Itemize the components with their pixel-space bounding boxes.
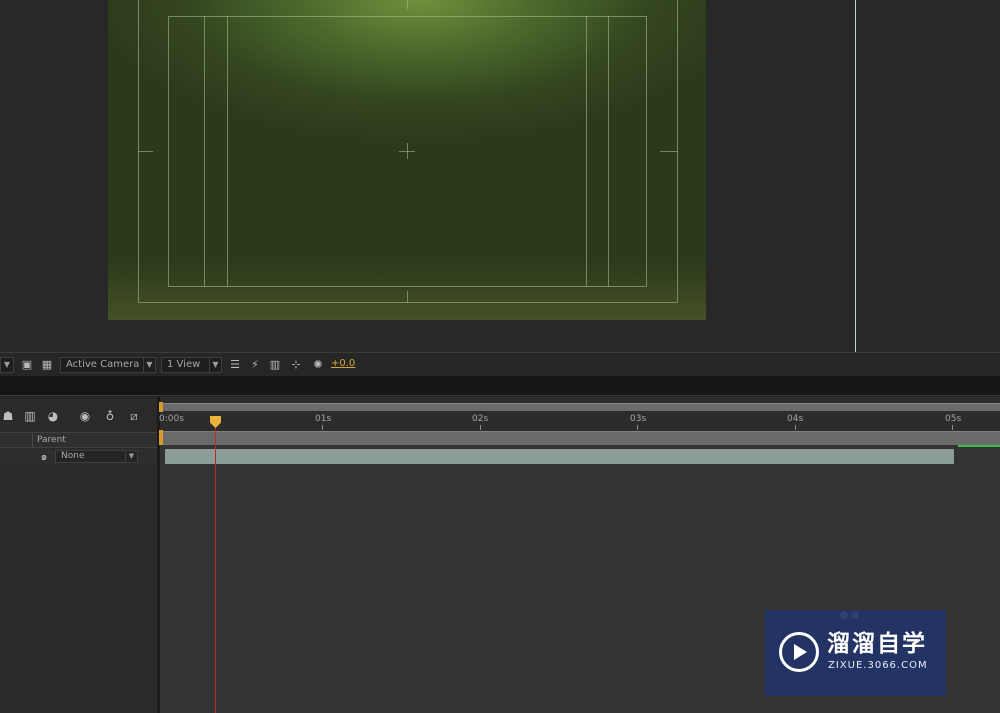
layer-row[interactable]: ๑ None ▼ [0,449,158,465]
chevron-down-icon: ▼ [143,358,155,372]
ruler-tick-label: 02s [472,414,489,424]
parent-column-label: Parent [37,435,66,445]
column-header: Parent [0,432,158,448]
fast-preview-icon[interactable]: ⚡ [248,358,262,372]
work-area-start-handle[interactable] [159,402,163,412]
bottom-center-tick [407,291,408,303]
parent-value: None [61,451,85,461]
render-cache-indicator [958,445,1000,447]
ruler-tick-label: 04s [787,414,804,424]
exposure-value[interactable]: +0.0 [331,357,355,371]
ruler-tick-label: 0:00s [159,414,184,424]
layer-duration-bar[interactable] [165,449,954,464]
brainstorm-icon[interactable]: ♁ [102,408,118,424]
hide-shy-icon[interactable]: ▥ [22,408,38,424]
ruler-tick-label: 01s [315,414,332,424]
composition-frame[interactable] [108,0,706,320]
ruler-tick [480,425,481,430]
graph-editor-icon[interactable]: ⧄ [126,408,142,424]
play-logo-icon [779,632,819,672]
center-cut-guide-right-outer [608,16,609,287]
ruler-tick [322,425,323,430]
transparency-grid-icon[interactable]: ▦ [40,358,54,372]
work-area-bar[interactable] [160,403,1000,411]
pick-whip-icon[interactable]: ๑ [37,449,51,465]
viewer-edge-line [855,0,856,352]
camera-view-label: Active Camera [66,359,140,370]
panel-separator [0,376,1000,396]
exposure-reset-icon[interactable]: ✺ [311,358,325,372]
motion-blur-icon[interactable]: ◉ [77,408,93,424]
draft-3d-icon[interactable]: ☰ [228,358,242,372]
chevron-down-icon: ▼ [125,451,137,462]
composition-start-marker [159,430,163,445]
composition-duration-bar[interactable] [160,431,1000,445]
watermark-brand: 溜溜自学 [827,631,927,657]
top-center-tick [407,0,408,9]
draft-3d-icon[interactable]: ☗ [0,408,16,424]
camera-view-dropdown[interactable]: Active Camera ▼ [60,357,156,373]
flowchart-icon[interactable]: ⊹ [289,358,303,372]
frame-blending-icon[interactable]: ◕ [45,408,61,424]
play-icon [794,644,807,660]
ruler-tick-label: 05s [945,414,962,424]
center-cut-guide-right-inner [586,16,587,287]
column-divider[interactable] [32,434,33,447]
ruler-tick [795,425,796,430]
parent-dropdown[interactable]: None ▼ [55,450,138,463]
timeline-icon[interactable]: ▥ [268,358,282,372]
timeline-switches: ☗ ▥ ◕ ◉ ♁ ⧄ [0,403,158,427]
region-of-interest-icon[interactable]: ▣ [20,358,34,372]
view-layout-dropdown[interactable]: 1 View ▼ [161,357,222,373]
ruler-tick [952,425,953,430]
chevron-down-icon: ▼ [209,358,221,372]
playhead-line [215,421,216,713]
left-center-tick [138,151,153,152]
ruler-tick [637,425,638,430]
center-cut-guide-left-inner [227,16,228,287]
magnification-dropdown[interactable]: ▼ [0,357,14,373]
center-crosshair-v [407,143,408,159]
center-cut-guide-left-outer [204,16,205,287]
composition-viewer[interactable] [0,0,1000,352]
view-layout-label: 1 View [167,359,201,370]
right-center-tick [660,151,678,152]
viewer-toolbar: ▼ ▣ ▦ Active Camera ▼ 1 View ▼ ☰ ⚡ ▥ ⊹ ✺ [0,352,1000,376]
watermark: 溜溜自学 ZIXUE.3066.COM [765,610,946,696]
ruler-tick-label: 03s [630,414,647,424]
watermark-url: ZIXUE.3066.COM [828,660,928,671]
